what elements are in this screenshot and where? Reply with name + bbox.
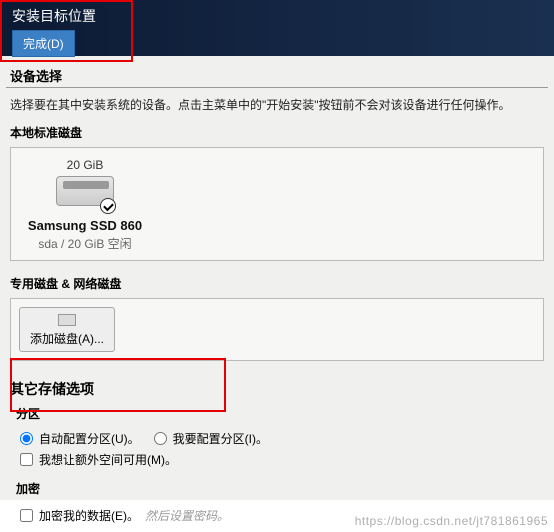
header-bar: 安装目标位置 完成(D) <box>0 0 554 56</box>
extra-space-label: 我想让额外空间可用(M)。 <box>39 451 177 468</box>
encrypt-group-label: 加密 <box>6 470 548 503</box>
partition-group-label: 分区 <box>6 405 548 428</box>
done-button[interactable]: 完成(D) <box>12 30 75 57</box>
encrypt-checkbox[interactable] <box>20 509 33 522</box>
auto-partition-option[interactable]: 自动配置分区(U)。 <box>20 430 140 447</box>
other-storage-title: 其它存储选项 <box>6 375 548 405</box>
extra-space-checkbox[interactable] <box>20 453 33 466</box>
page-title: 安装目标位置 <box>12 6 542 26</box>
add-disk-label: 添加磁盘(A)... <box>30 330 104 347</box>
add-disk-icon <box>58 314 76 326</box>
watermark-text: https://blog.csdn.net/jt781861965 <box>355 514 548 528</box>
manual-partition-label: 我要配置分区(I)。 <box>173 430 268 447</box>
extra-space-row: 我想让额外空间可用(M)。 <box>6 449 548 470</box>
hard-drive-icon <box>56 176 114 212</box>
encrypt-hint: 然后设置密码。 <box>145 507 229 524</box>
local-disk-panel: 20 GiB Samsung SSD 860 sda / 20 GiB 空闲 <box>10 147 544 261</box>
add-disk-button[interactable]: 添加磁盘(A)... <box>19 307 115 352</box>
disk-name: Samsung SSD 860 <box>25 218 145 233</box>
device-hint: 选择要在其中安装系统的设备。点击主菜单中的"开始安装"按钮前不会对该设备进行任何… <box>6 88 548 124</box>
auto-partition-label: 自动配置分区(U)。 <box>39 430 140 447</box>
disk-size: 20 GiB <box>25 158 145 172</box>
encrypt-label: 加密我的数据(E)。 <box>39 507 139 524</box>
content-area: 设备选择 选择要在其中安装系统的设备。点击主菜单中的"开始安装"按钮前不会对该设… <box>0 56 554 500</box>
extra-space-option[interactable]: 我想让额外空间可用(M)。 <box>20 451 177 468</box>
disk-sublabel: sda / 20 GiB 空闲 <box>25 235 145 252</box>
local-disks-label: 本地标准磁盘 <box>6 124 548 147</box>
auto-partition-radio[interactable] <box>20 432 33 445</box>
network-disk-panel: 添加磁盘(A)... <box>10 298 544 361</box>
manual-partition-radio[interactable] <box>154 432 167 445</box>
manual-partition-option[interactable]: 我要配置分区(I)。 <box>154 430 268 447</box>
disk-item[interactable]: 20 GiB Samsung SSD 860 sda / 20 GiB 空闲 <box>25 158 145 252</box>
partition-radio-row: 自动配置分区(U)。 我要配置分区(I)。 <box>6 428 548 449</box>
network-disks-label: 专用磁盘 & 网络磁盘 <box>6 275 548 298</box>
device-section-title: 设备选择 <box>6 56 548 88</box>
